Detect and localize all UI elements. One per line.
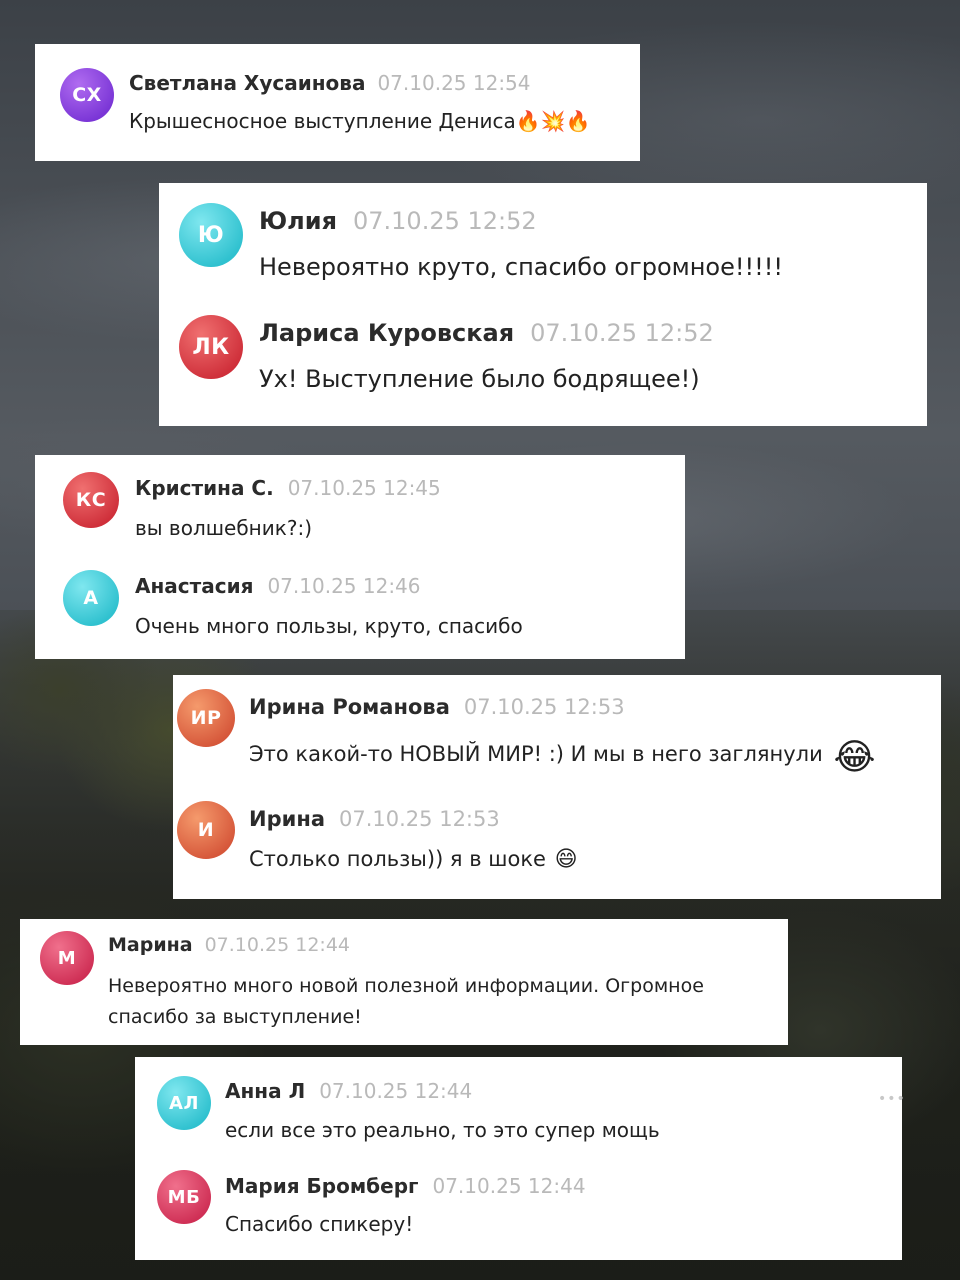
avatar[interactable]: М [40,931,94,985]
comment-header: Анна Л 07.10.25 12:44 [225,1079,472,1103]
comment-irina-romanova: ИР Ирина Романова 07.10.25 12:53 Это како… [173,675,941,787]
comment-text: Крышесносное выступление Дениса🔥💥🔥 [129,109,591,133]
avatar[interactable]: АЛ [157,1076,211,1130]
comment-card-2: Ю Юлия 07.10.25 12:52 Невероятно круто, с… [159,183,927,426]
author-name[interactable]: Мария Бромберг [225,1174,418,1198]
comment-maria: МБ Мария Бромберг 07.10.25 12:44 Спасибо … [135,1157,875,1257]
comment-header: Лариса Куровская 07.10.25 12:52 [259,319,714,347]
comment-anna: АЛ Анна Л 07.10.25 12:44 если все это реа… [135,1057,875,1157]
comment-yulia: Ю Юлия 07.10.25 12:52 Невероятно круто, с… [159,183,927,293]
timestamp: 07.10.25 12:52 [352,207,537,235]
avatar[interactable]: А [63,570,119,626]
author-name[interactable]: Юлия [259,207,337,235]
comment-text-line: Невероятно много новой полезной информац… [108,975,704,997]
timestamp: 07.10.25 12:44 [432,1174,586,1198]
comment-text: Невероятно много новой полезной информац… [108,971,704,1033]
comment-larisa: ЛК Лариса Куровская 07.10.25 12:52 Ух! Вы… [159,295,927,415]
comment-text: если все это реально, то это супер мощь [225,1118,660,1142]
comment-card-3: КС Кристина С. 07.10.25 12:45 вы волшебни… [35,455,685,659]
comment-kristina: КС Кристина С. 07.10.25 12:45 вы волшебни… [35,455,685,555]
comment-header: Кристина С. 07.10.25 12:45 [135,476,441,500]
comment-marina: М Марина 07.10.25 12:44 Невероятно много … [20,919,788,1045]
author-name[interactable]: Анастасия [135,574,253,598]
comment-header: Ирина 07.10.25 12:53 [249,807,500,831]
comment-header: Светлана Хусаинова 07.10.25 12:54 [129,71,531,95]
comment-header: Мария Бромберг 07.10.25 12:44 [225,1174,586,1198]
author-name[interactable]: Ирина Романова [249,695,450,719]
avatar[interactable]: Ю [179,203,243,267]
comment-header: Юлия 07.10.25 12:52 [259,207,537,235]
comment-card-4: ИР Ирина Романова 07.10.25 12:53 Это како… [173,675,941,899]
comment-text: Это какой-то НОВЫЙ МИР! :) И мы в него з… [249,737,876,778]
avatar[interactable]: И [177,801,235,859]
comment-header: Марина 07.10.25 12:44 [108,934,350,956]
comment-svetlana: СХ Светлана Хусаинова 07.10.25 12:54 Крыш… [35,44,640,161]
avatar[interactable]: ИР [177,689,235,747]
comment-text: Ух! Выступление было бодрящее!) [259,365,700,393]
author-name[interactable]: Лариса Куровская [259,319,514,347]
comment-card-6: ••• АЛ Анна Л 07.10.25 12:44 если все это… [135,1057,905,1260]
timestamp: 07.10.25 12:54 [377,71,531,95]
comment-card-5: М Марина 07.10.25 12:44 Невероятно много … [20,919,788,1045]
comment-irina: И Ирина 07.10.25 12:53 Столько пользы)) я… [173,787,941,899]
author-name[interactable]: Кристина С. [135,476,274,500]
laughing-emoji-icon: 😂 [833,737,876,778]
comment-header: Ирина Романова 07.10.25 12:53 [249,695,625,719]
author-name[interactable]: Ирина [249,807,325,831]
author-name[interactable]: Анна Л [225,1079,305,1103]
avatar[interactable]: ЛК [179,315,243,379]
comment-text-line: спасибо за выступление! [108,1006,362,1028]
comment-text: вы волшебник?:) [135,516,312,540]
comment-anastasia: А Анастасия 07.10.25 12:46 Очень много по… [35,555,685,655]
more-options-icon[interactable]: ••• [878,1091,906,1107]
timestamp: 07.10.25 12:46 [267,574,421,598]
timestamp: 07.10.25 12:53 [463,695,625,719]
avatar[interactable]: МБ [157,1170,211,1224]
comment-text: Очень много пользы, круто, спасибо [135,614,523,638]
avatar[interactable]: СХ [60,68,114,122]
avatar[interactable]: КС [63,472,119,528]
author-name[interactable]: Марина [108,934,193,956]
comment-text: Столько пользы)) я в шоке 😄 [249,847,578,872]
grinning-emoji-icon: 😄 [554,847,578,872]
comment-text: Спасибо спикеру! [225,1212,414,1236]
comment-header: Анастасия 07.10.25 12:46 [135,574,421,598]
timestamp: 07.10.25 12:44 [204,934,350,956]
comment-text-body: Столько пользы)) я в шоке [249,847,546,871]
author-name[interactable]: Светлана Хусаинова [129,71,365,95]
comment-card-1: СХ Светлана Хусаинова 07.10.25 12:54 Крыш… [35,44,640,161]
timestamp: 07.10.25 12:53 [339,807,500,831]
comment-text-body: Это какой-то НОВЫЙ МИР! :) И мы в него з… [249,742,823,766]
comment-text: Невероятно круто, спасибо огромное!!!!! [259,253,783,281]
timestamp: 07.10.25 12:44 [319,1079,473,1103]
timestamp: 07.10.25 12:52 [530,319,714,347]
timestamp: 07.10.25 12:45 [287,476,441,500]
